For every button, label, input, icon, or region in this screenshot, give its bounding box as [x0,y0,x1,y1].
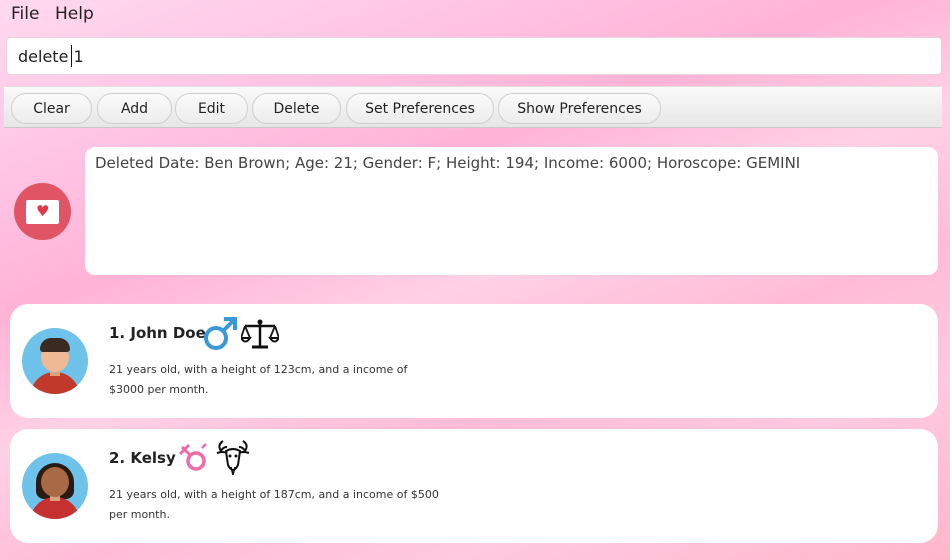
command-input[interactable] [6,37,942,75]
love-letter-icon: ♥ [14,183,71,240]
edit-button[interactable]: Edit [175,93,248,124]
toolbar: Clear Add Edit Delete Set Preferences Sh… [4,86,942,128]
capricorn-goat-icon [216,440,250,476]
delete-button[interactable]: Delete [252,93,341,124]
avatar-hair [40,338,70,352]
menu-file[interactable]: File [11,4,39,24]
date-description: 21 years old, with a height of 123cm, an… [109,363,408,396]
set-preferences-button[interactable]: Set Preferences [346,93,494,124]
add-button[interactable]: Add [97,93,172,124]
libra-icon [241,319,279,349]
heart-icon: ♥ [36,202,50,220]
avatar [22,328,88,394]
result-display: Deleted Date: Ben Brown; Age: 21; Gender… [85,147,938,275]
text-caret [71,45,72,67]
clear-button[interactable]: Clear [11,93,92,124]
date-card[interactable]: 2. Kelsy 21 years old, with a height of … [10,429,938,543]
date-name: 2. Kelsy [109,449,176,467]
menu-bar: File Help [0,0,950,30]
date-description: 21 years old, with a height of 187cm, an… [109,488,439,521]
avatar-head [41,467,69,497]
show-preferences-button[interactable]: Show Preferences [498,93,661,124]
menu-help[interactable]: Help [55,4,94,24]
avatar [22,453,88,519]
female-symbol-icon [178,443,207,471]
date-card[interactable]: 1. John Doe 21 years old, with a height … [10,304,938,418]
envelope-icon: ♥ [26,200,59,224]
male-symbol-icon [204,317,237,350]
result-text: Deleted Date: Ben Brown; Age: 21; Gender… [95,154,801,172]
date-name: 1. John Doe [109,324,206,342]
